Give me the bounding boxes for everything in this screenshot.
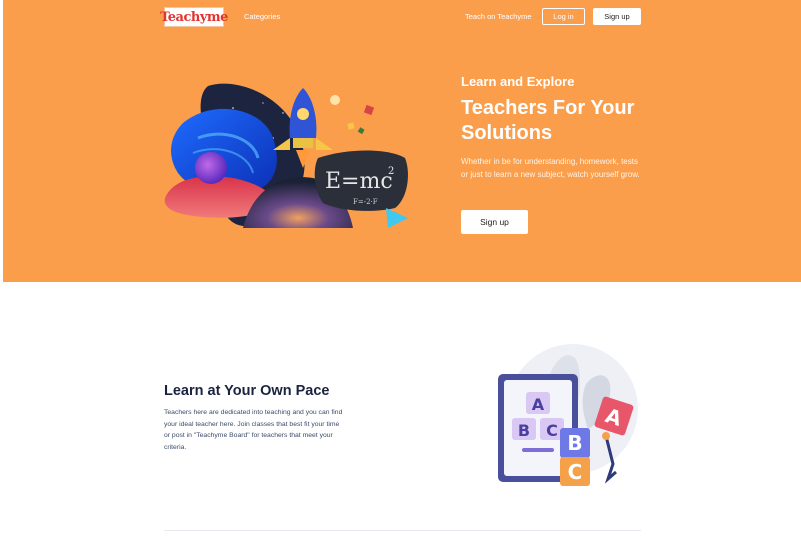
block-c-label: C [546,421,558,440]
formula-sub: F=-2·F [353,198,378,206]
hero-illustration: E=mc 2 F=-2·F [164,83,408,228]
nav-signup-button[interactable]: Sign up [593,8,641,25]
hero-description: Whether in be for understanding, homewor… [461,157,640,179]
hero-subtitle: Learn and Explore [461,74,575,89]
formula-text: E=mc [325,169,393,194]
nav-categories-link[interactable]: Categories [244,12,280,21]
hero-signup-button[interactable]: Sign up [461,210,528,234]
block-b-label: B [518,421,530,440]
big-block-b-label: B [567,431,582,455]
formula-exponent: 2 [388,166,394,177]
section-description: Teachers here are dedicated into teachin… [164,409,343,451]
top-nav: Teachyme Categories Teach on Teachyme Lo… [160,7,641,27]
hero-title: Teachers For Your Solutions [461,97,635,144]
block-a-label: A [532,395,545,414]
big-block-c-label: C [568,460,583,484]
login-button[interactable]: Log in [542,8,585,25]
logo[interactable]: Teachyme [160,7,228,27]
abc-blocks-illustration: A B C B C A [498,344,638,486]
page: Teachyme Categories Teach on Teachyme Lo… [0,0,801,543]
section-divider [164,530,641,531]
logo-text: Teachyme [160,9,228,25]
nav-teach-link[interactable]: Teach on Teachyme [465,12,532,21]
section-title: Learn at Your Own Pace [164,383,330,399]
